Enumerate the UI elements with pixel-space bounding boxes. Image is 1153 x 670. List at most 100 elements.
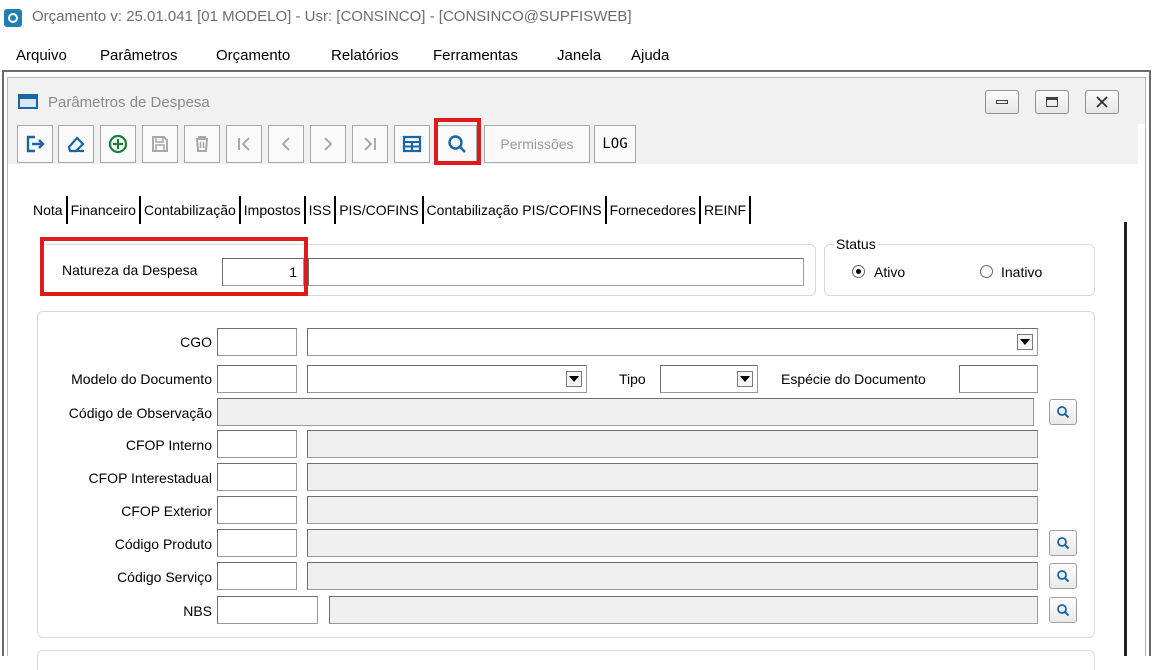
cfop-interestadual-label: CFOP Interestadual (88, 470, 212, 486)
nbs-description (329, 596, 1038, 624)
child-window-title: Parâmetros de Despesa (48, 94, 210, 111)
tipo-label: Tipo (619, 371, 646, 387)
tab-reinf[interactable]: REINF (701, 196, 752, 224)
scroll-divider (1124, 222, 1127, 656)
next-record-button[interactable] (310, 125, 346, 163)
chevron-right-icon (324, 137, 333, 151)
menu-orcamento[interactable]: Orçamento (216, 47, 290, 64)
maximize-button[interactable] (1035, 90, 1069, 114)
save-button[interactable] (142, 125, 178, 163)
tab-impostos[interactable]: Impostos (241, 196, 306, 224)
add-button[interactable] (100, 125, 136, 163)
servico-label: Código Serviço (117, 569, 212, 585)
close-button[interactable] (1085, 90, 1119, 114)
first-icon (238, 137, 250, 151)
app-title: Orçamento v: 25.01.041 [01 MODELO] - Usr… (32, 8, 632, 25)
nbs-code-input[interactable] (217, 596, 318, 624)
log-label: LOG (602, 136, 628, 152)
clear-button[interactable] (58, 125, 94, 163)
exit-button[interactable] (17, 125, 53, 163)
exit-icon (26, 135, 45, 153)
especie-label: Espécie do Documento (781, 371, 926, 387)
tab-pis-cofins[interactable]: PIS/COFINS (336, 196, 424, 224)
search-icon (1057, 604, 1070, 617)
delete-button[interactable] (184, 125, 220, 163)
produto-search-button[interactable] (1049, 530, 1077, 556)
observacao-search-button[interactable] (1049, 399, 1077, 425)
chevron-left-icon (281, 137, 290, 151)
permissions-button[interactable]: Permissões (484, 125, 590, 163)
trash-icon (196, 136, 208, 152)
menu-janela[interactable]: Janela (557, 47, 601, 64)
cfop-interestadual-input[interactable] (217, 463, 297, 491)
servico-code-input[interactable] (217, 562, 297, 590)
tab-nota[interactable]: Nota (31, 196, 68, 224)
observacao-input[interactable] (217, 398, 1034, 426)
natureza-description-input[interactable] (308, 258, 804, 286)
tab-fornecedores[interactable]: Fornecedores (607, 196, 702, 224)
search-icon (1057, 537, 1070, 550)
produto-code-input[interactable] (217, 529, 297, 557)
menu-parametros[interactable]: Parâmetros (100, 47, 178, 64)
minimize-button[interactable] (985, 90, 1019, 114)
log-button[interactable]: LOG (594, 125, 636, 163)
menu-ajuda[interactable]: Ajuda (631, 47, 669, 64)
tipo-select[interactable] (660, 365, 758, 393)
minimize-icon (996, 100, 1008, 104)
search-button-highlight (434, 118, 481, 165)
menu-bar: Arquivo Parâmetros Orçamento Relatórios … (0, 38, 1153, 70)
modelo-code-input[interactable] (217, 365, 297, 393)
nbs-search-button[interactable] (1049, 597, 1077, 623)
last-icon (364, 137, 376, 151)
produto-label: Código Produto (114, 536, 212, 552)
especie-input[interactable] (959, 365, 1038, 393)
menu-ferramentas[interactable]: Ferramentas (433, 47, 518, 64)
tab-iss[interactable]: ISS (306, 196, 337, 224)
chevron-down-icon[interactable] (566, 371, 582, 387)
maximize-icon (1046, 97, 1058, 107)
tab-financeiro[interactable]: Financeiro (68, 196, 141, 224)
chevron-down-icon[interactable] (737, 371, 753, 387)
menu-relatorios[interactable]: Relatórios (331, 47, 399, 64)
save-icon (152, 136, 168, 152)
modelo-select[interactable] (307, 365, 587, 393)
cgo-label: CGO (180, 334, 212, 350)
cfop-interno-label: CFOP Interno (125, 437, 212, 453)
chevron-down-icon[interactable] (1017, 334, 1033, 350)
cfop-exterior-label: CFOP Exterior (121, 503, 212, 519)
observacao-label: Código de Observação (68, 405, 212, 421)
app-icon (4, 9, 22, 27)
status-inativo-label: Inativo (1001, 264, 1043, 280)
status-label: Status (834, 236, 878, 252)
menu-arquivo[interactable]: Arquivo (16, 47, 67, 64)
cgo-code-input[interactable] (217, 328, 297, 356)
natureza-highlight (40, 237, 308, 296)
close-icon (1096, 96, 1108, 108)
cfop-interno-input[interactable] (217, 430, 297, 458)
cfop-exterior-input[interactable] (217, 496, 297, 524)
tab-contabilizacao[interactable]: Contabilização (141, 196, 241, 224)
cfop-interno-description (307, 430, 1038, 458)
cgo-select[interactable] (307, 328, 1038, 356)
search-icon (1057, 406, 1070, 419)
first-record-button[interactable] (226, 125, 262, 163)
tab-strip: Nota Financeiro Contabilização Impostos … (31, 196, 752, 224)
table-icon (402, 135, 422, 153)
nbs-label: NBS (183, 603, 212, 619)
cfop-exterior-description (307, 496, 1038, 524)
cfop-interestadual-description (307, 463, 1038, 491)
grid-view-button[interactable] (394, 125, 430, 163)
status-inativo-radio[interactable] (980, 265, 993, 278)
last-record-button[interactable] (352, 125, 388, 163)
tab-contabilizacao-pis-cofins[interactable]: Contabilização PIS/COFINS (424, 196, 607, 224)
status-ativo-label: Ativo (874, 264, 906, 280)
servico-description (307, 562, 1038, 590)
previous-record-button[interactable] (268, 125, 304, 163)
search-icon (1057, 570, 1070, 583)
servico-search-button[interactable] (1049, 563, 1077, 589)
add-circle-icon (108, 134, 128, 154)
next-form-group (37, 650, 1095, 670)
produto-description (307, 529, 1038, 557)
eraser-icon (67, 136, 85, 153)
status-ativo-radio[interactable] (852, 265, 865, 278)
